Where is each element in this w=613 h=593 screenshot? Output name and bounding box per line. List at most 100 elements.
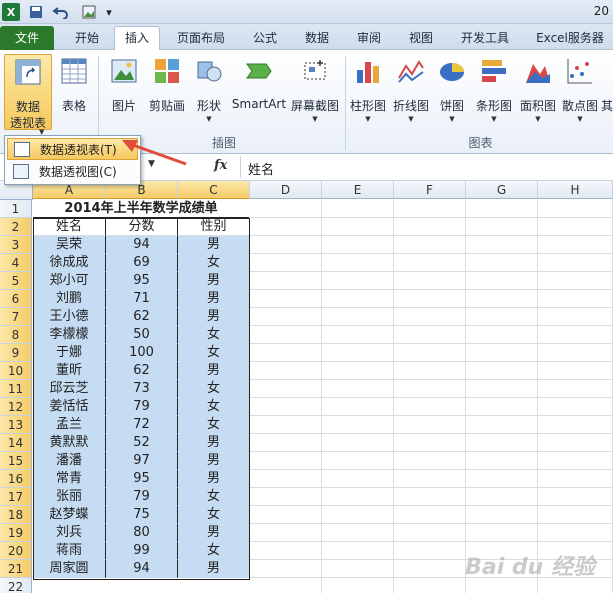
empty-cell[interactable] xyxy=(394,344,466,362)
empty-cell[interactable] xyxy=(538,416,613,434)
empty-cell[interactable] xyxy=(322,362,394,380)
empty-cell[interactable] xyxy=(466,308,538,326)
empty-cell[interactable] xyxy=(394,452,466,470)
empty-cell[interactable] xyxy=(250,524,322,542)
row-header-3[interactable]: 3 xyxy=(0,236,32,254)
table-cell[interactable]: 95 xyxy=(106,470,178,488)
table-cell[interactable]: 女 xyxy=(178,380,250,398)
row-header-14[interactable]: 14 xyxy=(0,434,32,452)
table-cell[interactable]: 71 xyxy=(106,290,178,308)
header-cell[interactable]: 姓名 xyxy=(33,218,106,236)
empty-cell[interactable] xyxy=(250,218,322,236)
tab-insert[interactable]: 插入 xyxy=(114,26,160,51)
empty-cell[interactable] xyxy=(322,542,394,560)
empty-cell[interactable] xyxy=(322,524,394,542)
empty-cell[interactable] xyxy=(538,362,613,380)
area-chart-button[interactable]: 面积图 ▼ xyxy=(518,54,558,130)
screenshot-button[interactable]: 屏幕截图 ▼ xyxy=(288,54,342,130)
empty-cell[interactable] xyxy=(250,488,322,506)
empty-cell[interactable] xyxy=(466,272,538,290)
empty-cell[interactable] xyxy=(538,434,613,452)
picture-button[interactable]: 图片 xyxy=(104,54,144,130)
table-cell[interactable]: 王小德 xyxy=(33,308,106,326)
empty-cell[interactable] xyxy=(250,380,322,398)
row-header-2[interactable]: 2 xyxy=(0,218,32,236)
empty-cell[interactable] xyxy=(250,200,322,218)
table-cell[interactable]: 男 xyxy=(178,560,250,578)
save-icon[interactable] xyxy=(28,3,44,21)
empty-cell[interactable] xyxy=(466,236,538,254)
empty-cell[interactable] xyxy=(394,380,466,398)
row-header-17[interactable]: 17 xyxy=(0,488,32,506)
table-cell[interactable]: 79 xyxy=(106,398,178,416)
empty-cell[interactable] xyxy=(250,560,322,578)
shapes-button[interactable]: 形状 ▼ xyxy=(192,54,226,130)
row-header-13[interactable]: 13 xyxy=(0,416,32,434)
row-header-18[interactable]: 18 xyxy=(0,506,32,524)
empty-cell[interactable] xyxy=(466,290,538,308)
empty-cell[interactable] xyxy=(538,236,613,254)
empty-cell[interactable] xyxy=(322,200,394,218)
column-header-E[interactable]: E xyxy=(322,181,394,199)
table-cell[interactable]: 男 xyxy=(178,290,250,308)
table-cell[interactable]: 80 xyxy=(106,524,178,542)
empty-cell[interactable] xyxy=(466,326,538,344)
empty-cell[interactable] xyxy=(394,434,466,452)
empty-cell[interactable] xyxy=(466,524,538,542)
table-cell[interactable]: 94 xyxy=(106,236,178,254)
table-cell[interactable]: 男 xyxy=(178,452,250,470)
empty-cell[interactable] xyxy=(322,560,394,578)
row-header-5[interactable]: 5 xyxy=(0,272,32,290)
empty-cell[interactable] xyxy=(538,326,613,344)
formula-input[interactable]: 姓名 xyxy=(248,159,274,178)
column-header-F[interactable]: F xyxy=(394,181,466,199)
undo-icon[interactable] xyxy=(50,3,72,21)
empty-cell[interactable] xyxy=(322,218,394,236)
empty-cell[interactable] xyxy=(250,308,322,326)
empty-cell[interactable] xyxy=(394,470,466,488)
column-chart-button[interactable]: 柱形图 ▼ xyxy=(348,54,388,130)
table-cell[interactable]: 女 xyxy=(178,326,250,344)
column-header-G[interactable]: G xyxy=(466,181,538,199)
header-cell[interactable]: 分数 xyxy=(106,218,178,236)
empty-cell[interactable] xyxy=(394,524,466,542)
table-cell[interactable]: 徐成成 xyxy=(33,254,106,272)
table-cell[interactable]: 男 xyxy=(178,362,250,380)
empty-cell[interactable] xyxy=(466,200,538,218)
empty-cell[interactable] xyxy=(394,578,466,593)
empty-cell[interactable] xyxy=(322,506,394,524)
table-cell[interactable]: 女 xyxy=(178,506,250,524)
empty-cell[interactable] xyxy=(250,326,322,344)
table-cell[interactable]: 孟兰 xyxy=(33,416,106,434)
empty-cell[interactable] xyxy=(394,200,466,218)
empty-cell[interactable] xyxy=(466,398,538,416)
empty-cell[interactable] xyxy=(394,290,466,308)
smartart-button[interactable]: SmartArt xyxy=(230,54,288,130)
pie-chart-button[interactable]: 饼图 ▼ xyxy=(434,54,470,130)
table-cell[interactable]: 李檬檬 xyxy=(33,326,106,344)
empty-cell[interactable] xyxy=(538,290,613,308)
empty-cell[interactable] xyxy=(250,542,322,560)
insert-function-icon[interactable]: fx xyxy=(214,158,234,176)
empty-cell[interactable] xyxy=(322,272,394,290)
table-cell[interactable]: 99 xyxy=(106,542,178,560)
table-cell[interactable]: 男 xyxy=(178,524,250,542)
column-header-H[interactable]: H xyxy=(538,181,613,199)
table-cell[interactable]: 张丽 xyxy=(33,488,106,506)
empty-cell[interactable] xyxy=(322,488,394,506)
table-cell[interactable]: 73 xyxy=(106,380,178,398)
row-header-8[interactable]: 8 xyxy=(0,326,32,344)
bar-chart-button[interactable]: 条形图 ▼ xyxy=(472,54,516,130)
empty-cell[interactable] xyxy=(394,488,466,506)
empty-cell[interactable] xyxy=(538,524,613,542)
empty-cell[interactable] xyxy=(538,344,613,362)
table-cell[interactable]: 周家圆 xyxy=(33,560,106,578)
empty-cell[interactable] xyxy=(538,398,613,416)
empty-cell[interactable] xyxy=(394,236,466,254)
table-cell[interactable]: 赵梦蝶 xyxy=(33,506,106,524)
table-cell[interactable]: 69 xyxy=(106,254,178,272)
row-header-1[interactable]: 1 xyxy=(0,200,32,218)
tab-home[interactable]: 开始 xyxy=(64,27,110,50)
empty-cell[interactable] xyxy=(538,506,613,524)
table-cell[interactable]: 刘兵 xyxy=(33,524,106,542)
